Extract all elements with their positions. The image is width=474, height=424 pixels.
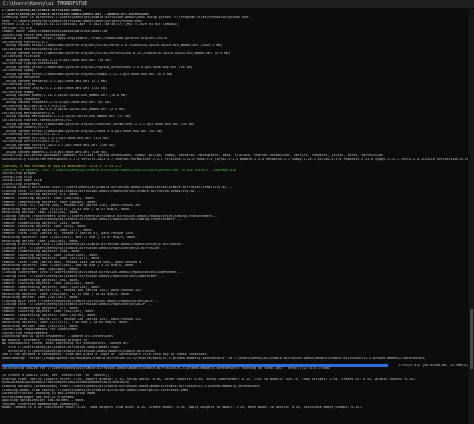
terminal-line: Successfully installed MarkupSafe-2.1.3 … [2,157,468,161]
window-title: C:\Users\Kenny\ai TMONDFSTUE [0,0,474,8]
terminal-line: Downloading: "https://huggingface.co/run… [2,356,425,360]
terminal-window: C:\Users\Kenny\ai TMONDFSTUE C:\Users\Ke… [0,0,474,424]
scrollbar-thumb[interactable] [470,309,473,369]
download-progress-fill [2,363,388,367]
download-progress-label: 3.97G/3.97G [04:52<00:00, 31.9MB/s] [398,363,468,367]
terminal-output[interactable]: C:\Users\Kenny\ai\stable-diffusion-webui… [2,9,468,424]
vertical-scrollbar[interactable] [469,9,474,424]
download-progress-bar [2,363,388,367]
download-progress-line: 3.97G/3.97G [04:52<00:00, 31.9MB/s] [2,364,468,368]
